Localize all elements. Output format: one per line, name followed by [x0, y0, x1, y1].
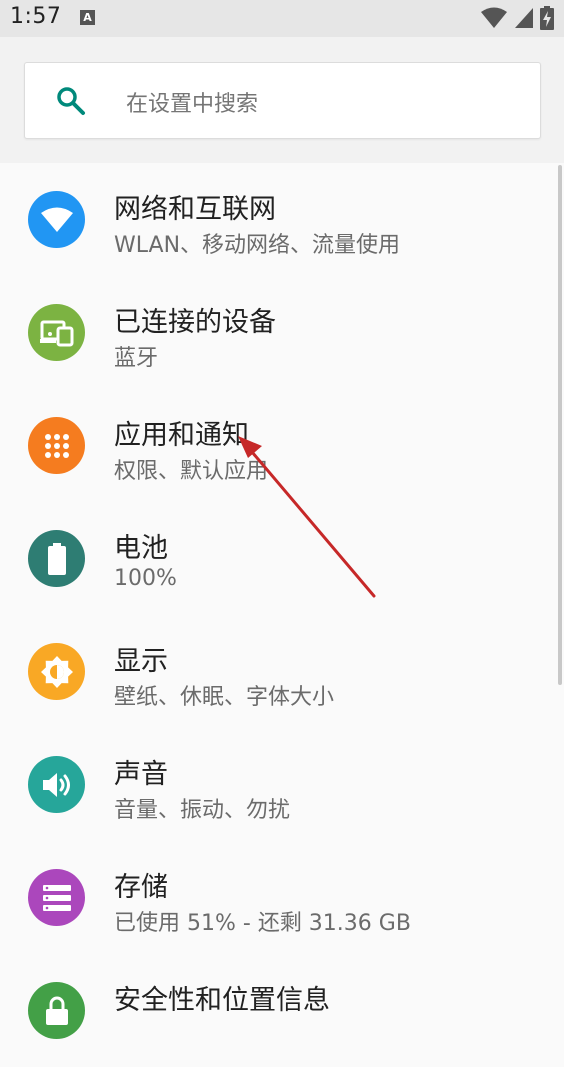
settings-item-subtitle: 已使用 51% - 还剩 31.36 GB — [114, 911, 411, 936]
settings-item-title: 网络和互联网 — [114, 194, 276, 225]
cell-signal-icon — [515, 8, 533, 28]
settings-item-title: 应用和通知 — [114, 420, 249, 451]
apps-grid-icon — [28, 417, 85, 474]
battery-icon — [28, 530, 85, 587]
wifi-icon — [481, 7, 507, 28]
search-input[interactable]: 在设置中搜索 — [24, 62, 541, 139]
devices-icon — [28, 304, 85, 361]
settings-list: 网络和互联网 WLAN、移动网络、流量使用 已连接的设备 蓝牙 应用和通知 权限… — [0, 163, 564, 1067]
settings-item-title: 安全性和位置信息 — [114, 985, 330, 1016]
search-placeholder: 在设置中搜索 — [126, 92, 259, 117]
status-bar: 1:57 A — [0, 0, 564, 37]
settings-item-title: 已连接的设备 — [114, 307, 276, 338]
status-time: 1:57 — [10, 4, 62, 29]
settings-item-subtitle: 权限、默认应用 — [114, 459, 269, 484]
settings-item-subtitle: 蓝牙 — [114, 346, 159, 371]
settings-item-subtitle: 100% — [114, 566, 177, 591]
settings-item-display[interactable]: 显示 壁纸、休眠、字体大小 — [0, 615, 564, 728]
volume-icon — [28, 756, 85, 813]
wifi-icon — [28, 191, 85, 248]
settings-item-subtitle: 音量、振动、勿扰 — [114, 798, 291, 823]
settings-item-title: 声音 — [114, 759, 168, 790]
settings-item-connected-devices[interactable]: 已连接的设备 蓝牙 — [0, 276, 564, 389]
settings-item-battery[interactable]: 电池 100% — [0, 502, 564, 615]
settings-item-title: 显示 — [114, 646, 168, 677]
notification-a-icon: A — [80, 10, 95, 25]
search-icon — [57, 87, 85, 115]
settings-item-subtitle: WLAN、移动网络、流量使用 — [114, 233, 401, 258]
settings-item-apps[interactable]: 应用和通知 权限、默认应用 — [0, 389, 564, 502]
settings-item-title: 存储 — [114, 872, 168, 903]
battery-charging-icon — [540, 6, 554, 30]
lock-icon — [28, 982, 85, 1039]
settings-item-sound[interactable]: 声音 音量、振动、勿扰 — [0, 728, 564, 841]
status-right-icons — [480, 6, 554, 30]
settings-item-network[interactable]: 网络和互联网 WLAN、移动网络、流量使用 — [0, 163, 564, 276]
settings-item-subtitle: 壁纸、休眠、字体大小 — [114, 685, 335, 710]
settings-item-title: 电池 — [114, 533, 168, 564]
search-area: 在设置中搜索 — [0, 37, 564, 163]
scrollbar[interactable] — [558, 165, 562, 685]
settings-item-storage[interactable]: 存储 已使用 51% - 还剩 31.36 GB — [0, 841, 564, 954]
settings-item-security[interactable]: 安全性和位置信息 — [0, 954, 564, 1067]
brightness-icon — [28, 643, 85, 700]
storage-icon — [28, 869, 85, 926]
